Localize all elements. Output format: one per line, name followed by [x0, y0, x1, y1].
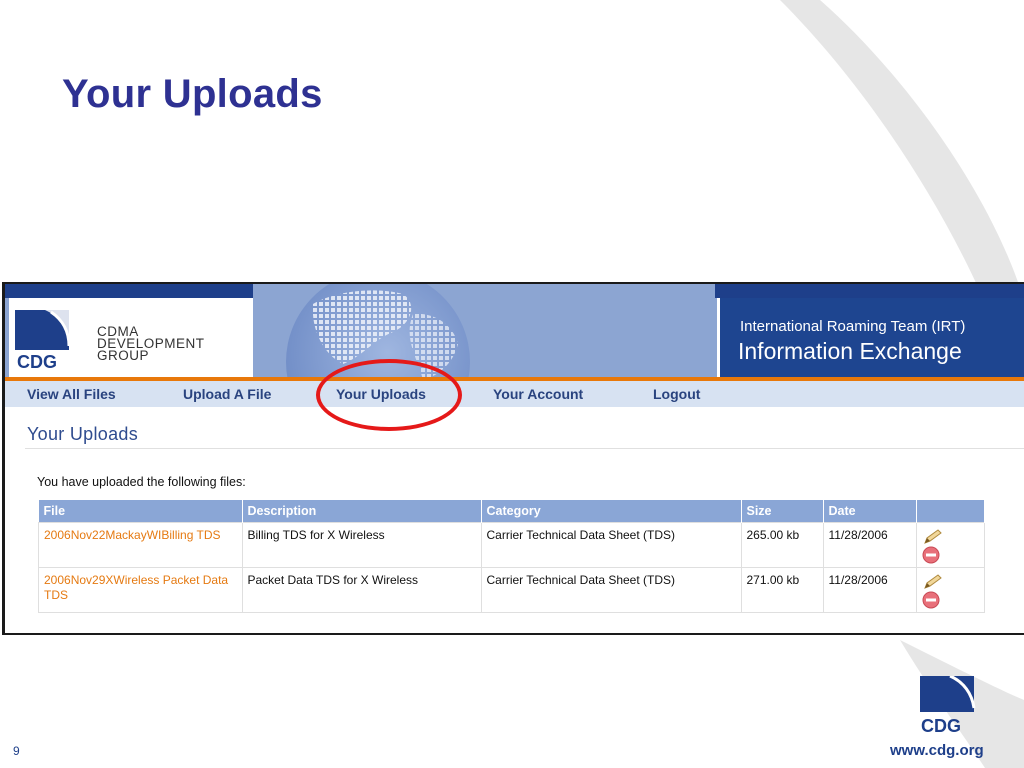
column-header-file[interactable]: File	[38, 500, 243, 523]
nav-upload-a-file[interactable]: Upload A File	[183, 386, 271, 402]
column-header-actions	[916, 500, 985, 523]
intro-text: You have uploaded the following files:	[37, 475, 246, 489]
file-cell: 2006Nov22MackayWIBilling TDS	[38, 522, 243, 568]
app-screenshot: CDG CDMA DEVELOPMENT GROUP International…	[2, 282, 1024, 635]
column-header-description[interactable]: Description	[242, 500, 482, 523]
actions-cell	[915, 522, 985, 568]
nav-view-all-files[interactable]: View All Files	[27, 386, 116, 402]
heading-divider	[25, 448, 1024, 449]
uploads-table: File Description Category Size Date 2006…	[38, 500, 985, 613]
highlight-circle	[316, 359, 462, 431]
file-link[interactable]: 2006Nov22MackayWIBilling TDS	[44, 528, 221, 542]
pencil-icon[interactable]	[922, 528, 944, 546]
size-cell: 265.00 kb	[740, 522, 824, 568]
table-row: 2006Nov29XWireless Packet Data TDS Packe…	[38, 567, 985, 613]
column-header-category[interactable]: Category	[481, 500, 742, 523]
cdg-logo[interactable]: CDG CDMA DEVELOPMENT GROUP	[9, 298, 253, 378]
actions-cell	[915, 567, 985, 613]
description-cell: Packet Data TDS for X Wireless	[241, 567, 482, 613]
date-cell: 11/28/2006	[822, 522, 917, 568]
logo-mark-text: CDG	[17, 352, 57, 372]
slide-title: Your Uploads	[62, 72, 323, 116]
cdg-logo-icon: CDG	[15, 310, 71, 372]
date-cell: 11/28/2006	[822, 567, 917, 613]
nav-logout[interactable]: Logout	[653, 386, 700, 402]
delete-circle-icon[interactable]	[922, 591, 940, 609]
main-nav: View All Files Upload A File Your Upload…	[5, 381, 1024, 407]
file-cell: 2006Nov29XWireless Packet Data TDS	[38, 567, 243, 613]
nav-your-account[interactable]: Your Account	[493, 386, 583, 402]
footer-cdg-logo: CDG	[920, 676, 976, 736]
table-header-row: File Description Category Size Date	[38, 500, 985, 523]
app-banner: CDG CDMA DEVELOPMENT GROUP International…	[5, 284, 1024, 380]
category-cell: Carrier Technical Data Sheet (TDS)	[480, 567, 742, 613]
page-heading: Your Uploads	[27, 424, 139, 444]
website-url[interactable]: www.cdg.org	[890, 742, 984, 759]
category-cell: Carrier Technical Data Sheet (TDS)	[480, 522, 742, 568]
logo-line3: GROUP	[97, 348, 150, 363]
logo-text: CDMA DEVELOPMENT GROUP	[97, 325, 205, 363]
irt-banner-line1: International Roaming Team (IRT)	[740, 318, 966, 335]
irt-banner-line2: Information Exchange	[738, 338, 962, 364]
size-cell: 271.00 kb	[740, 567, 824, 613]
pencil-icon[interactable]	[922, 573, 944, 591]
slide-page-number: 9	[13, 744, 20, 758]
delete-circle-icon[interactable]	[922, 546, 940, 564]
column-header-date[interactable]: Date	[823, 500, 917, 523]
globe-graphic	[253, 284, 715, 380]
description-cell: Billing TDS for X Wireless	[241, 522, 482, 568]
footer-logo-text: CDG	[921, 716, 961, 736]
column-header-size[interactable]: Size	[741, 500, 824, 523]
file-link[interactable]: 2006Nov29XWireless Packet Data TDS	[44, 573, 228, 602]
irt-banner: International Roaming Team (IRT) Informa…	[717, 298, 1024, 378]
table-row: 2006Nov22MackayWIBilling TDS Billing TDS…	[38, 522, 985, 568]
